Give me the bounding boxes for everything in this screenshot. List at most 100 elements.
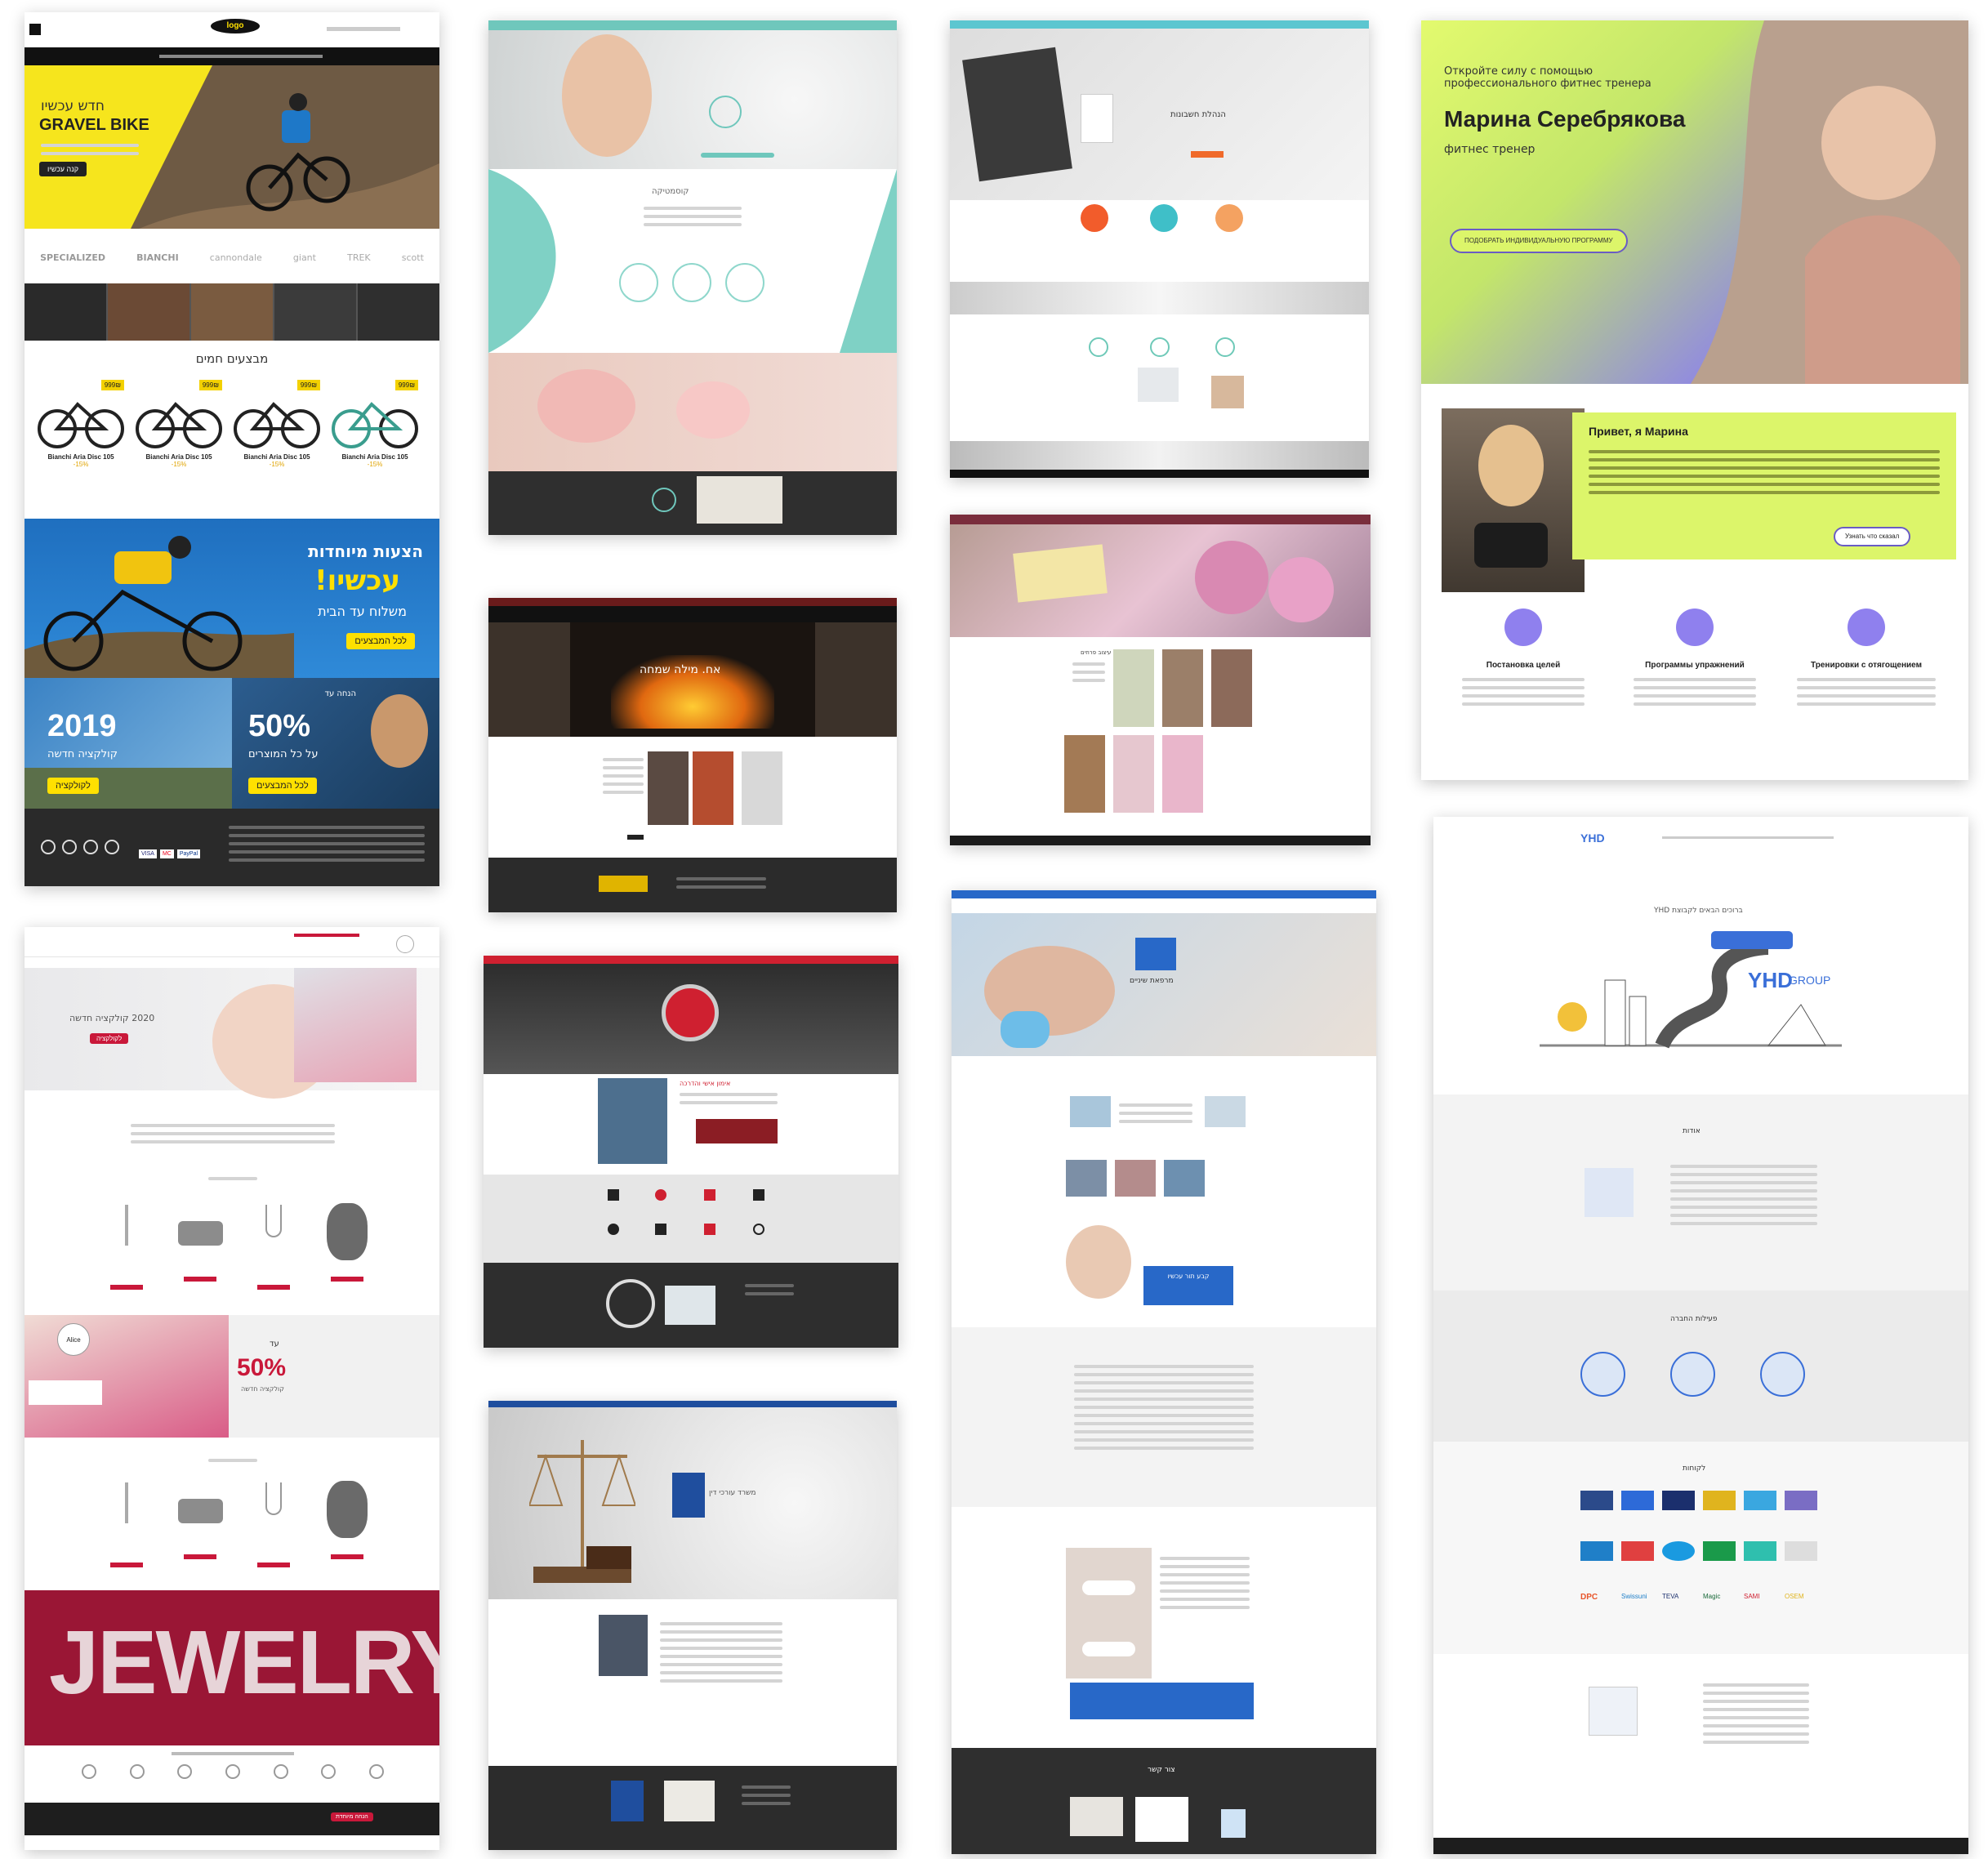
fitness-screenshot[interactable]: Откройте силу с помощью профессиональног… [1421, 20, 1968, 780]
cta-box[interactable]: קבע תור עכשיו [1143, 1266, 1233, 1305]
client-logo[interactable] [1621, 1541, 1654, 1562]
fireplace-screenshot[interactable]: אח. מילה שמחה [488, 598, 897, 912]
client-logo[interactable]: OSEM [1785, 1593, 1817, 1621]
gallery-photo[interactable] [648, 751, 689, 825]
client-logo[interactable]: Magic [1703, 1593, 1736, 1621]
map[interactable] [697, 476, 782, 524]
category-tile[interactable] [274, 283, 358, 341]
percent-button[interactable]: לכל המבצעים [248, 778, 317, 794]
product-card[interactable] [241, 1474, 306, 1580]
hero-button[interactable] [701, 153, 774, 158]
year-button[interactable]: לקולקציה [47, 778, 99, 794]
client-logo[interactable] [1703, 1491, 1736, 1510]
client-logo[interactable] [1703, 1541, 1736, 1562]
product-card[interactable] [167, 1474, 233, 1580]
product-card[interactable] [167, 1197, 233, 1303]
brand-logo[interactable]: giant [293, 252, 316, 263]
gallery-photo[interactable] [1211, 649, 1252, 727]
service-icon[interactable] [725, 263, 764, 302]
client-logo[interactable] [1662, 1541, 1695, 1562]
photo[interactable] [1066, 1160, 1107, 1197]
client-logo[interactable] [1744, 1541, 1776, 1562]
brand-logo[interactable]: cannondale [210, 252, 262, 263]
flowers-screenshot[interactable]: עיצוב פרחים [950, 515, 1371, 845]
brand-logo[interactable]: scott [402, 252, 424, 263]
whatsapp-icon[interactable] [62, 840, 77, 854]
client-logo[interactable] [1785, 1491, 1817, 1510]
yhd-logo[interactable]: YHD [1580, 831, 1605, 845]
clock-icon[interactable] [608, 1224, 619, 1235]
phone-icon[interactable] [655, 1224, 666, 1235]
ring-icon[interactable] [368, 1764, 384, 1779]
service-icon[interactable] [1215, 204, 1243, 232]
scale-icon[interactable] [753, 1189, 764, 1201]
apple-icon[interactable] [655, 1189, 666, 1201]
product-card[interactable]: 999₪ Bianchi Aria Disc 105 -15% [327, 380, 423, 468]
map[interactable] [1070, 1797, 1123, 1836]
map[interactable] [664, 1781, 715, 1821]
category-tile[interactable] [25, 283, 108, 341]
category-tile[interactable] [108, 283, 191, 341]
activity-icon[interactable] [1670, 1352, 1715, 1397]
dental-screenshot[interactable]: מרפאת שיניים קבע תור עכשיו צור קשר [952, 890, 1376, 1854]
more-button[interactable] [627, 835, 644, 840]
service-icon[interactable] [1081, 204, 1108, 232]
client-logo[interactable] [1580, 1491, 1613, 1510]
gallery-photo[interactable] [1162, 649, 1203, 727]
map[interactable] [665, 1286, 715, 1325]
product-card[interactable]: 999₪ Bianchi Aria Disc 105 -15% [33, 380, 129, 468]
service-icon[interactable] [672, 263, 711, 302]
hero-button[interactable] [1191, 151, 1224, 158]
gallery-photo[interactable] [693, 751, 733, 825]
client-logo[interactable]: SAMI [1744, 1593, 1776, 1621]
category-tile[interactable] [358, 283, 439, 341]
about-button[interactable]: Узнать что сказал [1834, 527, 1911, 546]
hero-button[interactable]: קנה עכשיו [39, 162, 87, 176]
ring-icon[interactable] [177, 1764, 193, 1779]
client-logo[interactable] [1744, 1491, 1776, 1510]
client-logo[interactable]: Swissuni [1621, 1593, 1654, 1621]
product-card[interactable] [94, 1197, 159, 1303]
client-logo[interactable] [1621, 1491, 1654, 1510]
cta-banner[interactable] [1070, 1683, 1254, 1719]
gallery-photo[interactable] [1162, 735, 1203, 813]
yhd-group-screenshot[interactable]: YHD ברוכים הבאים לקבוצת YHD YHD GROUP או… [1433, 817, 1968, 1854]
brand-logo[interactable]: TREK [347, 252, 371, 263]
map[interactable] [1138, 368, 1179, 402]
product-card[interactable] [241, 1197, 306, 1303]
hero-button[interactable]: לקולקציה [90, 1033, 129, 1044]
stopwatch-icon[interactable] [753, 1224, 764, 1235]
cosmetics-screenshot[interactable]: קוסמטיקה [488, 20, 897, 535]
gallery-photo[interactable] [1113, 735, 1154, 813]
ring-icon[interactable] [225, 1764, 240, 1779]
accounting-screenshot[interactable]: הנהלת חשבונות [950, 20, 1369, 478]
bike-shop-screenshot[interactable]: logo חדש עכשיו GRAVEL BIKE קנה עכשיו SPE… [25, 12, 439, 886]
activity-icon[interactable] [1760, 1352, 1805, 1397]
product-card[interactable]: 999₪ Bianchi Aria Disc 105 -15% [131, 380, 227, 468]
person-icon[interactable] [704, 1224, 715, 1235]
service-icon[interactable] [1150, 204, 1178, 232]
gallery-photo[interactable] [1113, 649, 1154, 727]
cta-button[interactable] [696, 1119, 778, 1143]
client-logo[interactable]: TEVA [1662, 1593, 1695, 1621]
client-logo[interactable] [1580, 1541, 1613, 1562]
product-card[interactable] [314, 1474, 380, 1580]
photo[interactable] [1164, 1160, 1205, 1197]
brand-logo[interactable]: SPECIALIZED [40, 252, 105, 263]
instagram-icon[interactable] [105, 840, 119, 854]
category-tile[interactable] [191, 283, 274, 341]
ring-icon[interactable] [273, 1764, 288, 1779]
activity-icon[interactable] [1580, 1352, 1625, 1397]
dumbbell-icon[interactable] [608, 1189, 619, 1201]
bottle-icon[interactable] [704, 1189, 715, 1201]
ring-icon[interactable] [321, 1764, 337, 1779]
ring-icon[interactable] [82, 1764, 96, 1779]
promo-button[interactable]: לכל המבצעים [346, 633, 415, 649]
product-card[interactable] [94, 1474, 159, 1580]
product-card[interactable]: 999₪ Bianchi Aria Disc 105 -15% [229, 380, 325, 468]
menu-icon[interactable] [29, 24, 41, 35]
twitter-icon[interactable] [83, 840, 98, 854]
client-logo[interactable]: DPC [1580, 1593, 1613, 1621]
client-logo[interactable] [1785, 1541, 1817, 1562]
photo[interactable] [1115, 1160, 1156, 1197]
